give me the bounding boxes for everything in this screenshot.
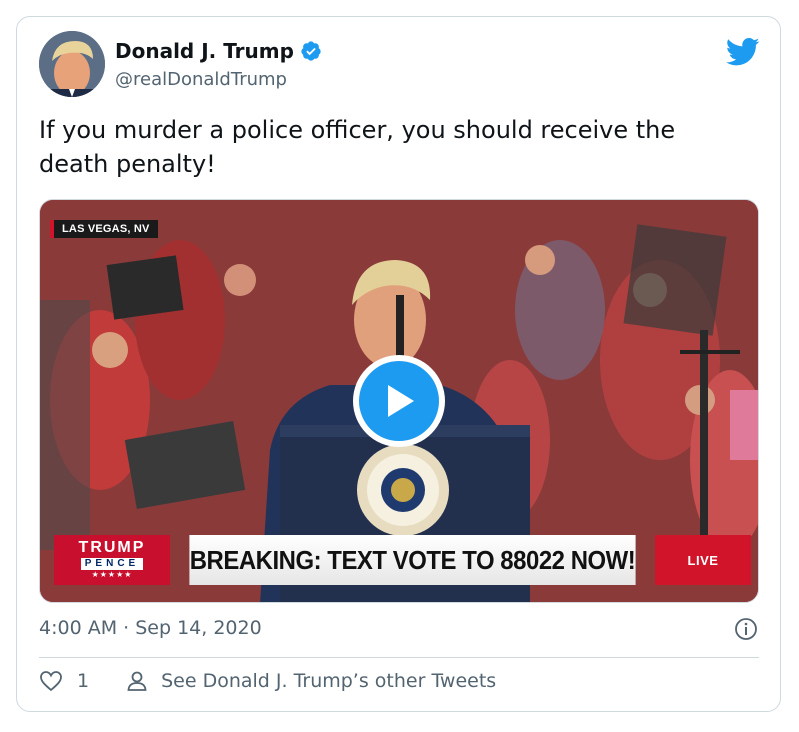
tweet-timestamp[interactable]: 4:00 AM · Sep 14, 2020 [39, 617, 262, 639]
author-row[interactable]: Donald J. Trump [115, 39, 322, 63]
location-tag: LAS VEGAS, NV [50, 220, 158, 238]
news-ticker: TRUMP PENCE ★★★★★ BREAKING: TEXT VOTE TO… [54, 535, 751, 585]
person-icon[interactable] [125, 669, 149, 693]
logo-mid-text: PENCE [80, 558, 144, 570]
video-player[interactable]: LAS VEGAS, NV TRUMP PENCE ★★★★★ BREAKING… [39, 199, 759, 603]
display-name[interactable]: Donald J. Trump [115, 39, 294, 63]
play-button[interactable] [353, 355, 445, 447]
avatar[interactable] [39, 31, 105, 97]
logo-stars: ★★★★★ [91, 570, 133, 579]
tweet-text: If you murder a police officer, you shou… [39, 116, 676, 178]
see-other-tweets-link[interactable]: See Donald J. Trump’s other Tweets [161, 670, 496, 692]
play-icon [388, 385, 414, 417]
info-icon[interactable] [734, 617, 758, 641]
verified-badge-icon [301, 41, 321, 61]
divider [39, 657, 759, 658]
tweet-card[interactable]: Donald J. Trump @realDonaldTrump If you … [16, 16, 781, 712]
tweet-actions: 1 See Donald J. Trump’s other Tweets [39, 669, 496, 693]
live-badge: LIVE [655, 535, 751, 585]
avatar-image [39, 31, 105, 97]
ticker-headline: BREAKING: TEXT VOTE TO 88022 NOW! [189, 535, 636, 585]
twitter-bird-icon[interactable] [726, 37, 760, 67]
heart-icon[interactable] [39, 669, 63, 693]
like-count[interactable]: 1 [77, 670, 89, 692]
logo-top-text: TRUMP [78, 539, 146, 556]
play-button-circle [359, 361, 439, 441]
user-handle[interactable]: @realDonaldTrump [115, 69, 287, 90]
campaign-logo: TRUMP PENCE ★★★★★ [54, 535, 170, 585]
